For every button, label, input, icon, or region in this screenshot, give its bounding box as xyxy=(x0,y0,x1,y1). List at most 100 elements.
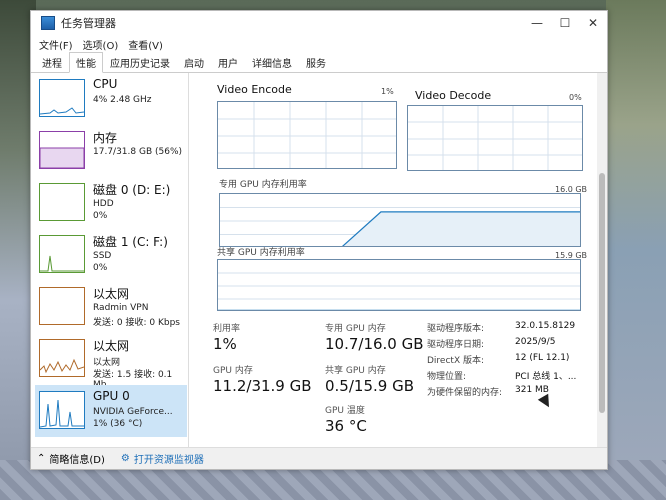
shared-gpu-memory-label: 共享 GPU 内存 xyxy=(325,366,386,376)
gpu-temperature-value: 36 °C xyxy=(325,417,367,435)
tab-app-history[interactable]: 应用历史记录 xyxy=(103,52,177,72)
title-bar[interactable]: 任务管理器 — ☐ ✕ xyxy=(31,11,607,35)
series-area xyxy=(342,211,580,246)
video-encode-percent: 1% xyxy=(381,87,394,96)
video-decode-graph xyxy=(407,105,583,171)
disk-1-mini-graph-line xyxy=(40,255,84,272)
tab-performance[interactable]: 性能 xyxy=(69,52,103,73)
sidebar-item-sub: 4% 2.48 GHz xyxy=(93,95,152,105)
dedicated-gpu-memory-plot xyxy=(220,207,580,246)
shared-gpu-memory-plot xyxy=(218,272,581,311)
desktop-background-right xyxy=(606,0,666,500)
gpu-memory-value: 11.2/31.9 GB xyxy=(213,377,312,395)
driver-date-label: 驱动程序日期: xyxy=(427,340,485,350)
chevron-up-icon[interactable]: ⌃ xyxy=(37,453,45,464)
reserved-memory-value: 321 MB xyxy=(515,385,549,395)
gpu-mini-graph-line xyxy=(39,399,84,428)
sidebar-item-name: 以太网 xyxy=(93,339,130,353)
close-button[interactable]: ✕ xyxy=(579,16,607,30)
utilization-value: 1% xyxy=(213,335,237,353)
sidebar-item-sub: Radmin VPN xyxy=(93,303,149,313)
sidebar-item-name: 磁盘 0 (D: E:) xyxy=(93,183,171,197)
utilization-label: 利用率 xyxy=(213,324,241,334)
sidebar-item-sub2: 发送: 0 接收: 0 Kbps xyxy=(93,318,180,328)
scrollbar-thumb[interactable] xyxy=(599,173,605,413)
dedicated-gpu-memory-graph xyxy=(219,193,581,247)
gpu-mini-graph xyxy=(39,391,85,429)
menu-view[interactable]: 查看(V) xyxy=(128,37,163,52)
sidebar-item-name: 内存 xyxy=(93,131,118,145)
window-title: 任务管理器 xyxy=(61,17,116,30)
tab-startup[interactable]: 启动 xyxy=(177,52,211,72)
sidebar-item-gpu-0[interactable]: GPU 0 NVIDIA GeForce... 1% (36 °C) xyxy=(35,385,187,437)
sidebar-item-disk-0[interactable]: 磁盘 0 (D: E:) HDD 0% xyxy=(35,177,187,229)
task-manager-icon xyxy=(41,16,55,30)
video-decode-label: Video Decode xyxy=(415,89,492,102)
tab-strip: 进程 性能 应用历史记录 启动 用户 详细信息 服务 xyxy=(31,52,607,73)
performance-sidebar: CPU 4% 2.48 GHz 内存 17.7/31.8 GB (56%) 磁盘… xyxy=(31,73,189,447)
series-area xyxy=(218,310,581,311)
sidebar-item-name: CPU xyxy=(93,77,118,91)
ethernet-mini-graph xyxy=(39,339,85,377)
maximize-button[interactable]: ☐ xyxy=(551,16,579,30)
tab-services[interactable]: 服务 xyxy=(299,52,333,72)
footer-bar: ⌃ 简略信息(D) ⚙ 打开资源监视器 xyxy=(31,447,607,469)
physical-location-value: PCI 总线 1、... xyxy=(515,372,577,382)
video-encode-grid xyxy=(218,102,396,168)
driver-version-value: 32.0.15.8129 xyxy=(515,321,576,331)
menu-options[interactable]: 选项(O) xyxy=(83,37,119,52)
directx-version-label: DirectX 版本: xyxy=(427,356,485,366)
driver-date-value: 2025/9/5 xyxy=(515,337,556,347)
video-decode-percent: 0% xyxy=(569,93,582,102)
gpu-temperature-label: GPU 温度 xyxy=(325,406,365,416)
ethernet-mini-graph-line xyxy=(39,358,85,374)
sidebar-item-sub2: 1% (36 °C) xyxy=(93,419,143,429)
sidebar-item-cpu[interactable]: CPU 4% 2.48 GHz xyxy=(35,73,187,125)
sidebar-item-ethernet[interactable]: 以太网 以太网 发送: 1.5 接收: 0.1 Mb xyxy=(35,333,187,390)
video-encode-graph xyxy=(217,101,397,169)
shared-gpu-memory-chart-label: 共享 GPU 内存利用率 xyxy=(217,248,305,258)
video-encode-label: Video Encode xyxy=(217,83,292,96)
sidebar-item-name: 以太网 xyxy=(93,287,130,301)
disk-0-mini-graph xyxy=(39,183,85,221)
reserved-memory-label: 为硬件保留的内存: xyxy=(427,388,503,398)
cpu-mini-graph xyxy=(39,79,85,117)
vertical-scrollbar[interactable] xyxy=(597,73,607,447)
tab-users[interactable]: 用户 xyxy=(211,52,245,72)
memory-mini-graph-fill xyxy=(39,147,85,169)
sidebar-item-sub: 17.7/31.8 GB (56%) xyxy=(93,147,183,157)
dedicated-gpu-memory-chart-label: 专用 GPU 内存利用率 xyxy=(219,180,307,190)
video-decode-grid xyxy=(408,106,582,170)
tab-details[interactable]: 详细信息 xyxy=(245,52,299,72)
sidebar-item-sub: NVIDIA GeForce... xyxy=(93,407,173,417)
physical-location-label: 物理位置: xyxy=(427,372,467,382)
menu-bar: 文件(F) 选项(O) 查看(V) xyxy=(31,35,607,53)
sidebar-item-memory[interactable]: 内存 17.7/31.8 GB (56%) xyxy=(35,125,187,177)
task-manager-window: 任务管理器 — ☐ ✕ 文件(F) 选项(O) 查看(V) 进程 性能 应用历史… xyxy=(30,10,608,470)
fewer-details-link[interactable]: 简略信息(D) xyxy=(49,451,105,466)
driver-version-label: 驱动程序版本: xyxy=(427,324,485,334)
sidebar-item-sub2: 0% xyxy=(93,263,108,273)
sidebar-item-ethernet-vpn[interactable]: 以太网 Radmin VPN 发送: 0 接收: 0 Kbps xyxy=(35,281,187,333)
sidebar-item-sub2: 0% xyxy=(93,211,108,221)
cpu-mini-graph-line xyxy=(39,107,85,115)
sidebar-item-sub: SSD xyxy=(93,251,112,261)
sidebar-item-disk-1[interactable]: 磁盘 1 (C: F:) SSD 0% xyxy=(35,229,187,281)
dedicated-gpu-memory-label: 专用 GPU 内存 xyxy=(325,324,386,334)
resource-monitor-icon: ⚙ xyxy=(120,453,130,464)
memory-mini-graph xyxy=(39,131,85,169)
gpu-memory-label: GPU 内存 xyxy=(213,366,253,376)
ethernet-vpn-mini-graph xyxy=(39,287,85,325)
performance-content: CPU 4% 2.48 GHz 内存 17.7/31.8 GB (56%) 磁盘… xyxy=(31,73,607,447)
open-resource-monitor-link[interactable]: 打开资源监视器 xyxy=(134,451,204,466)
dedicated-gpu-memory-value: 10.7/16.0 GB xyxy=(325,335,424,353)
sidebar-item-name: GPU 0 xyxy=(93,389,130,403)
tab-processes[interactable]: 进程 xyxy=(35,52,69,72)
disk-1-mini-graph xyxy=(39,235,85,273)
shared-gpu-memory-value: 0.5/15.9 GB xyxy=(325,377,414,395)
menu-file[interactable]: 文件(F) xyxy=(39,37,73,52)
minimize-button[interactable]: — xyxy=(523,16,551,30)
directx-version-value: 12 (FL 12.1) xyxy=(515,353,570,363)
shared-gpu-memory-graph xyxy=(217,259,581,311)
sidebar-item-sub: HDD xyxy=(93,199,114,209)
